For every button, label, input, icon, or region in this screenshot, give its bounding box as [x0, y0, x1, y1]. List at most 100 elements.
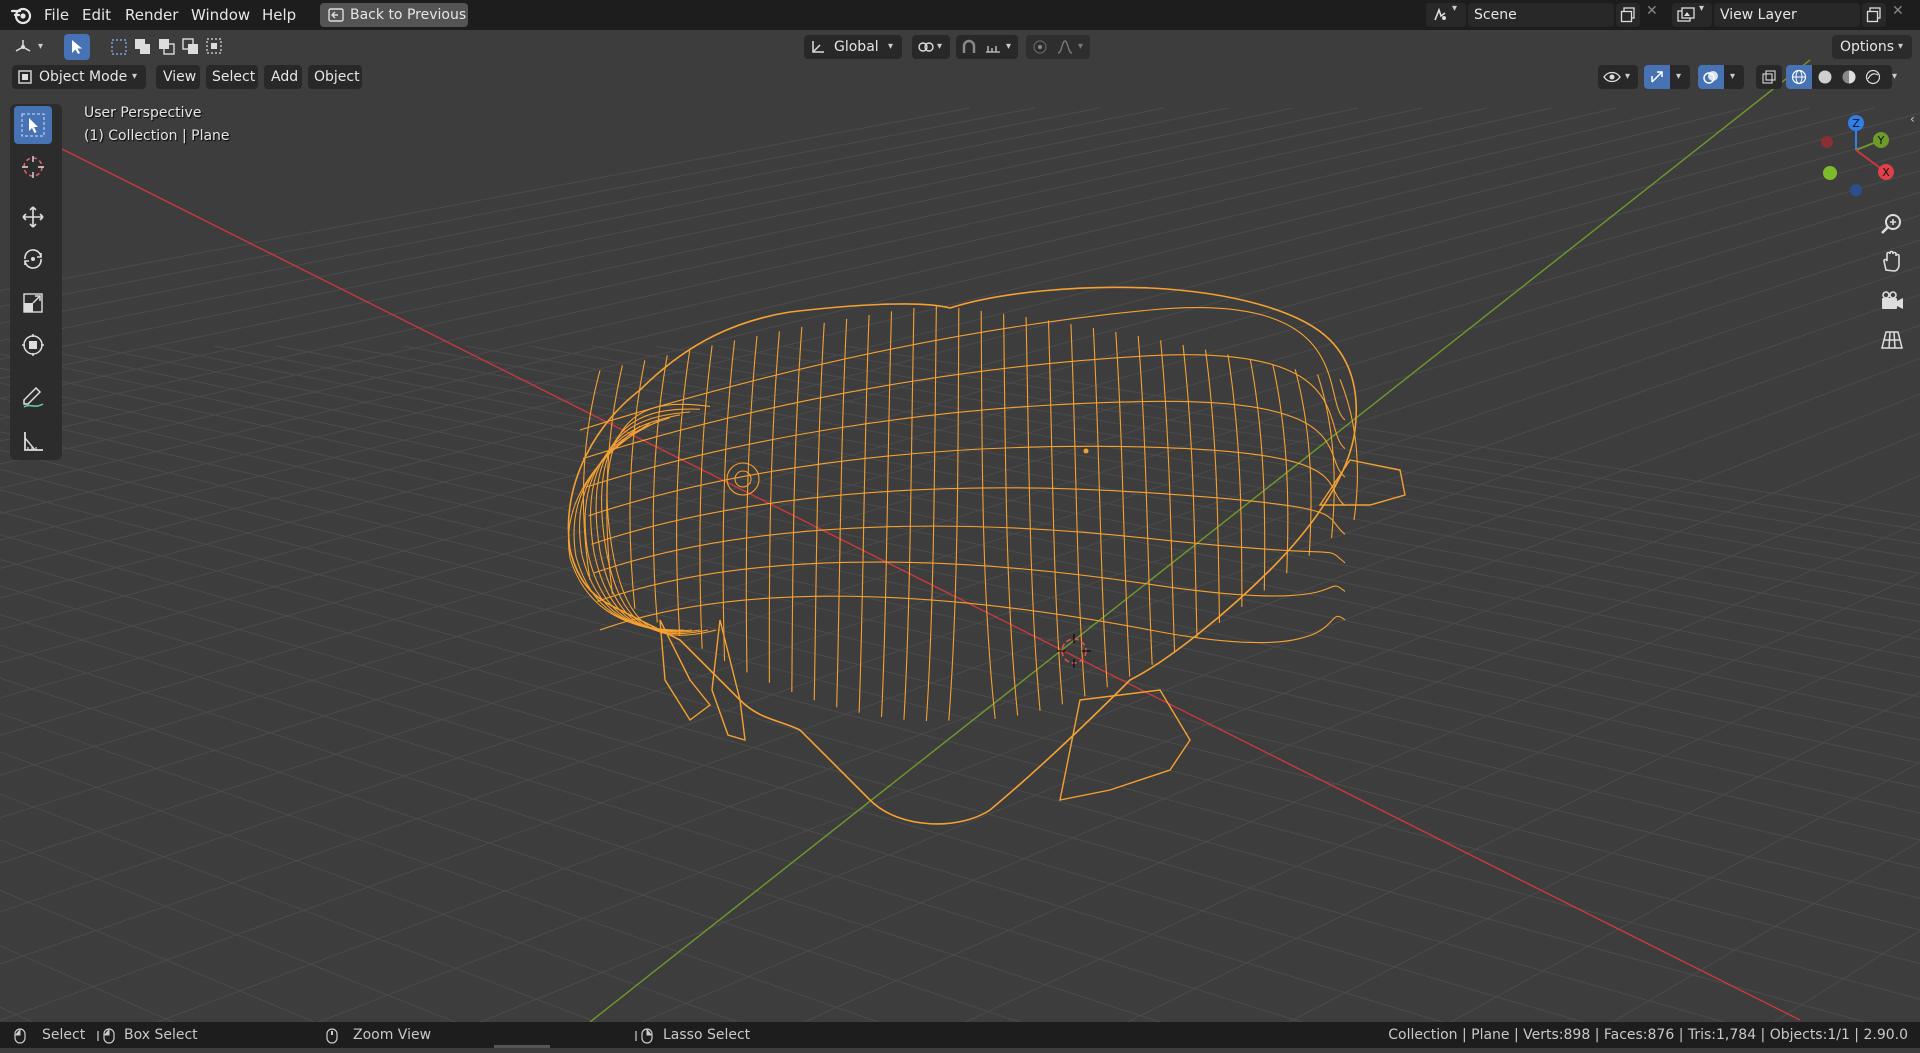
zoom-magnifier-icon [1881, 214, 1901, 234]
gizmo-arrows-icon [1649, 69, 1665, 93]
blender-logo-icon[interactable] [10, 5, 32, 29]
gizmo-z-label: Z [1852, 117, 1860, 130]
chevron-down-icon: ▾ [132, 71, 138, 82]
view-menu-label: View [163, 69, 197, 85]
menu-file[interactable]: File [44, 4, 69, 26]
select-new-icon[interactable] [110, 38, 128, 64]
menu-render[interactable]: Render [125, 4, 178, 26]
3d-view-icon [14, 39, 32, 63]
material-preview-icon[interactable] [1841, 69, 1857, 93]
scene-browse-button[interactable]: ▾ [1426, 3, 1466, 27]
camera-view-button[interactable] [1876, 286, 1908, 318]
view-menu[interactable]: View [156, 65, 200, 89]
tool-select-box[interactable] [14, 106, 52, 144]
overlay-toggle-group: ▾ [1698, 65, 1744, 89]
scene-name: Scene [1474, 7, 1517, 23]
chevron-down-icon: ▾ [1006, 41, 1012, 52]
menu-window[interactable]: Window [191, 4, 250, 26]
view-layer-name: View Layer [1720, 7, 1797, 23]
3d-viewport[interactable]: Z Y X [0, 30, 1920, 1022]
view-layer-name-field[interactable]: View Layer [1714, 3, 1860, 27]
transform-orientation-dropdown[interactable]: Global ▾ [804, 35, 902, 59]
tool-rotate[interactable] [14, 240, 52, 278]
mode-label: Object Mode [39, 69, 128, 85]
orientation-global-icon [810, 39, 826, 63]
duplicate-icon [1620, 7, 1636, 27]
viewport-perspective-label: User Perspective [84, 105, 202, 121]
mouse-right-drag-icon [634, 1027, 656, 1053]
proportional-edit-icon[interactable] [1032, 39, 1048, 63]
menu-help[interactable]: Help [262, 4, 296, 26]
menu-edit[interactable]: Edit [82, 4, 111, 26]
chevron-down-icon[interactable]: ▾ [1676, 65, 1681, 89]
gizmo-neg-y-handle[interactable] [1823, 166, 1837, 180]
options-dropdown[interactable]: Options ▾ [1832, 35, 1912, 59]
scene-name-field[interactable]: Scene [1468, 3, 1614, 27]
show-overlays-toggle[interactable] [1698, 65, 1724, 89]
toggle-ortho-button[interactable] [1876, 324, 1908, 356]
tool-move[interactable] [14, 198, 52, 236]
tool-measure[interactable] [14, 422, 52, 460]
selectability-visibility-dropdown[interactable]: ▾ [1598, 65, 1638, 89]
status-zoom-view: Zoom View [353, 1027, 432, 1043]
select-box-tool-icon [21, 113, 45, 137]
new-scene-button[interactable] [1616, 3, 1640, 27]
object-mode-dropdown[interactable]: Object Mode ▾ [12, 65, 146, 89]
view-layer-browse-button[interactable]: ▾ [1672, 3, 1712, 27]
xray-toggle[interactable] [1756, 65, 1782, 89]
select-subtract-icon[interactable] [158, 38, 176, 64]
add-menu[interactable]: Add [264, 65, 302, 89]
delete-scene-button[interactable]: ✕ [1640, 3, 1664, 27]
new-view-layer-button[interactable] [1862, 3, 1886, 27]
mouse-drag-icon [96, 1027, 118, 1053]
add-menu-label: Add [271, 69, 299, 85]
options-label: Options [1840, 39, 1895, 55]
close-icon: ✕ [1646, 3, 1658, 19]
close-icon: ✕ [1892, 3, 1904, 19]
select-invert-icon[interactable] [182, 38, 200, 64]
tool-annotate[interactable] [14, 378, 52, 416]
select-intersect-icon[interactable] [206, 38, 224, 64]
delete-view-layer-button[interactable]: ✕ [1886, 3, 1910, 27]
view-header: Object Mode ▾ View Select Add Object ▾ ▾ [0, 64, 1920, 90]
object-menu[interactable]: Object [308, 65, 362, 89]
transform-tool-icon [22, 334, 44, 356]
sidebar-expand-chevron-icon[interactable]: ‹ [1910, 112, 1915, 126]
screen-back-icon [328, 7, 344, 31]
shading-options-chevron-icon[interactable]: ▾ [1892, 65, 1908, 89]
cursor-arrow-icon [70, 39, 84, 63]
wireframe-shading-button[interactable] [1786, 65, 1812, 89]
pan-view-button[interactable] [1876, 246, 1908, 278]
gizmo-x-label: X [1882, 166, 1890, 179]
3d-cursor-tool-icon [22, 156, 44, 178]
editor-type-button[interactable]: ▾ [10, 35, 50, 59]
hand-icon [1883, 250, 1900, 272]
back-to-previous-button[interactable]: Back to Previous [320, 3, 468, 27]
rendered-shading-icon[interactable] [1865, 69, 1881, 93]
zoom-view-button[interactable] [1876, 208, 1908, 240]
tool-scale[interactable] [14, 284, 52, 322]
pivot-icon [917, 39, 935, 63]
xray-icon [1761, 69, 1777, 93]
select-menu[interactable]: Select [206, 65, 258, 89]
snap-increment-icon[interactable] [984, 39, 1002, 63]
gizmo-y-label: Y [1877, 134, 1885, 147]
orientation-label: Global [834, 39, 879, 55]
solid-shading-icon[interactable] [1817, 69, 1833, 93]
pivot-point-dropdown[interactable]: ▾ [912, 35, 950, 59]
viewport-canvas[interactable]: Z Y X [0, 30, 1920, 1022]
select-extend-icon[interactable] [134, 38, 152, 64]
viewport-collection-label: (1) Collection | Plane [84, 128, 230, 144]
back-to-previous-label: Back to Previous [350, 7, 467, 23]
tool-transform[interactable] [14, 326, 52, 364]
chevron-down-icon: ▾ [888, 41, 894, 52]
show-gizmo-toggle[interactable] [1644, 65, 1670, 89]
magnet-icon[interactable] [961, 39, 977, 63]
select-mode-tweak-button[interactable] [64, 34, 90, 60]
tool-cursor[interactable] [14, 148, 52, 186]
chevron-down-icon[interactable]: ▾ [1730, 65, 1735, 89]
status-select: Select [42, 1027, 86, 1043]
gizmo-neg-z-handle[interactable] [1850, 184, 1862, 196]
falloff-curve-icon[interactable] [1056, 39, 1074, 63]
gizmo-neg-x-handle[interactable] [1821, 136, 1833, 148]
